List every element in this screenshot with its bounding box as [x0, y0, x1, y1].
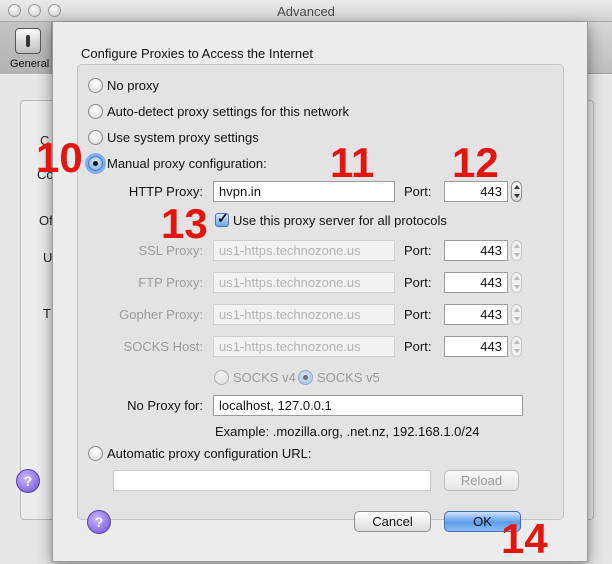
auto-config-url-input[interactable] — [113, 470, 431, 491]
toolbar-general-tab[interactable]: General — [0, 22, 52, 74]
background-help-icon[interactable]: ? — [16, 469, 40, 493]
background-label-stub: Of — [39, 213, 53, 228]
socks-port-stepper[interactable] — [511, 336, 522, 357]
no-proxy-for-label: No Proxy for: — [127, 398, 203, 413]
ssl-port-label: Port: — [404, 243, 432, 258]
ssl-proxy-input[interactable]: us1-https.technozone.us — [213, 240, 395, 261]
auto-config-url-label: Automatic proxy configuration URL: — [107, 445, 312, 461]
general-switch-icon — [15, 28, 41, 54]
ftp-port-input[interactable]: 443 — [444, 272, 508, 293]
radio-icon[interactable] — [88, 445, 103, 461]
gopher-proxy-input[interactable]: us1-https.technozone.us — [213, 304, 395, 325]
http-port-stepper[interactable] — [511, 181, 522, 202]
auto-config-url-option[interactable]: Automatic proxy configuration URL: — [88, 444, 311, 462]
socks-host-input[interactable]: us1-https.technozone.us — [213, 336, 395, 357]
system-proxy-option[interactable]: Use system proxy settings — [88, 128, 259, 146]
step-annotation-14: 14 — [501, 515, 548, 562]
radio-icon[interactable] — [214, 369, 229, 385]
http-proxy-label: HTTP Proxy: — [128, 184, 203, 199]
no-proxy-option[interactable]: No proxy — [88, 76, 159, 94]
sheet-heading: Configure Proxies to Access the Internet — [81, 46, 313, 61]
socks-host-label: SOCKS Host: — [123, 339, 203, 354]
gopher-port-stepper[interactable] — [511, 304, 522, 325]
no-proxy-example-text: Example: .mozilla.org, .net.nz, 192.168.… — [215, 424, 480, 439]
step-annotation-11: 11 — [330, 139, 375, 186]
socks-v5-label: SOCKS v5 — [317, 369, 380, 385]
background-label-stub: T — [43, 306, 51, 321]
step-annotation-10: 10 — [36, 134, 83, 181]
system-proxy-label: Use system proxy settings — [107, 129, 259, 145]
socks-v4-option[interactable]: SOCKS v4 — [214, 368, 296, 386]
use-for-all-label: Use this proxy server for all protocols — [233, 213, 447, 228]
gopher-port-input[interactable]: 443 — [444, 304, 508, 325]
ftp-proxy-label: FTP Proxy: — [138, 275, 203, 290]
ftp-proxy-input[interactable]: us1-https.technozone.us — [213, 272, 395, 293]
radio-selected-icon[interactable] — [88, 155, 103, 171]
manual-proxy-option[interactable]: Manual proxy configuration: — [88, 154, 267, 172]
radio-icon[interactable] — [88, 77, 103, 93]
window-title: Advanced — [277, 4, 335, 19]
no-proxy-label: No proxy — [107, 77, 160, 93]
http-port-label: Port: — [404, 184, 432, 199]
radio-selected-icon[interactable] — [298, 369, 313, 385]
socks-v4-label: SOCKS v4 — [233, 369, 296, 385]
socks-port-label: Port: — [404, 339, 432, 354]
ftp-port-stepper[interactable] — [511, 272, 522, 293]
gopher-port-label: Port: — [404, 307, 432, 322]
manual-proxy-label: Manual proxy configuration: — [107, 155, 267, 171]
use-for-all-checkbox[interactable] — [215, 210, 229, 227]
window-titlebar: Advanced — [0, 0, 612, 22]
connection-settings-sheet: Configure Proxies to Access the Internet… — [52, 22, 588, 562]
ssl-port-input[interactable]: 443 — [444, 240, 508, 261]
reload-button[interactable]: Reload — [444, 470, 519, 491]
socks-v5-option[interactable]: SOCKS v5 — [298, 368, 380, 386]
background-label-stub: U — [43, 250, 53, 265]
gopher-proxy-label: Gopher Proxy: — [119, 307, 203, 322]
auto-detect-label: Auto-detect proxy settings for this netw… — [107, 103, 350, 119]
step-annotation-13: 13 — [161, 200, 208, 247]
ftp-port-label: Port: — [404, 275, 432, 290]
toolbar-general-label: General — [10, 58, 50, 70]
cancel-button[interactable]: Cancel — [354, 511, 431, 532]
no-proxy-for-input[interactable]: localhost, 127.0.0.1 — [213, 395, 523, 416]
radio-icon[interactable] — [88, 129, 103, 145]
socks-port-input[interactable]: 443 — [444, 336, 508, 357]
step-annotation-12: 12 — [452, 139, 499, 186]
help-icon[interactable]: ? — [87, 510, 111, 534]
auto-detect-option[interactable]: Auto-detect proxy settings for this netw… — [88, 102, 349, 120]
radio-icon[interactable] — [88, 103, 103, 119]
ssl-port-stepper[interactable] — [511, 240, 522, 261]
